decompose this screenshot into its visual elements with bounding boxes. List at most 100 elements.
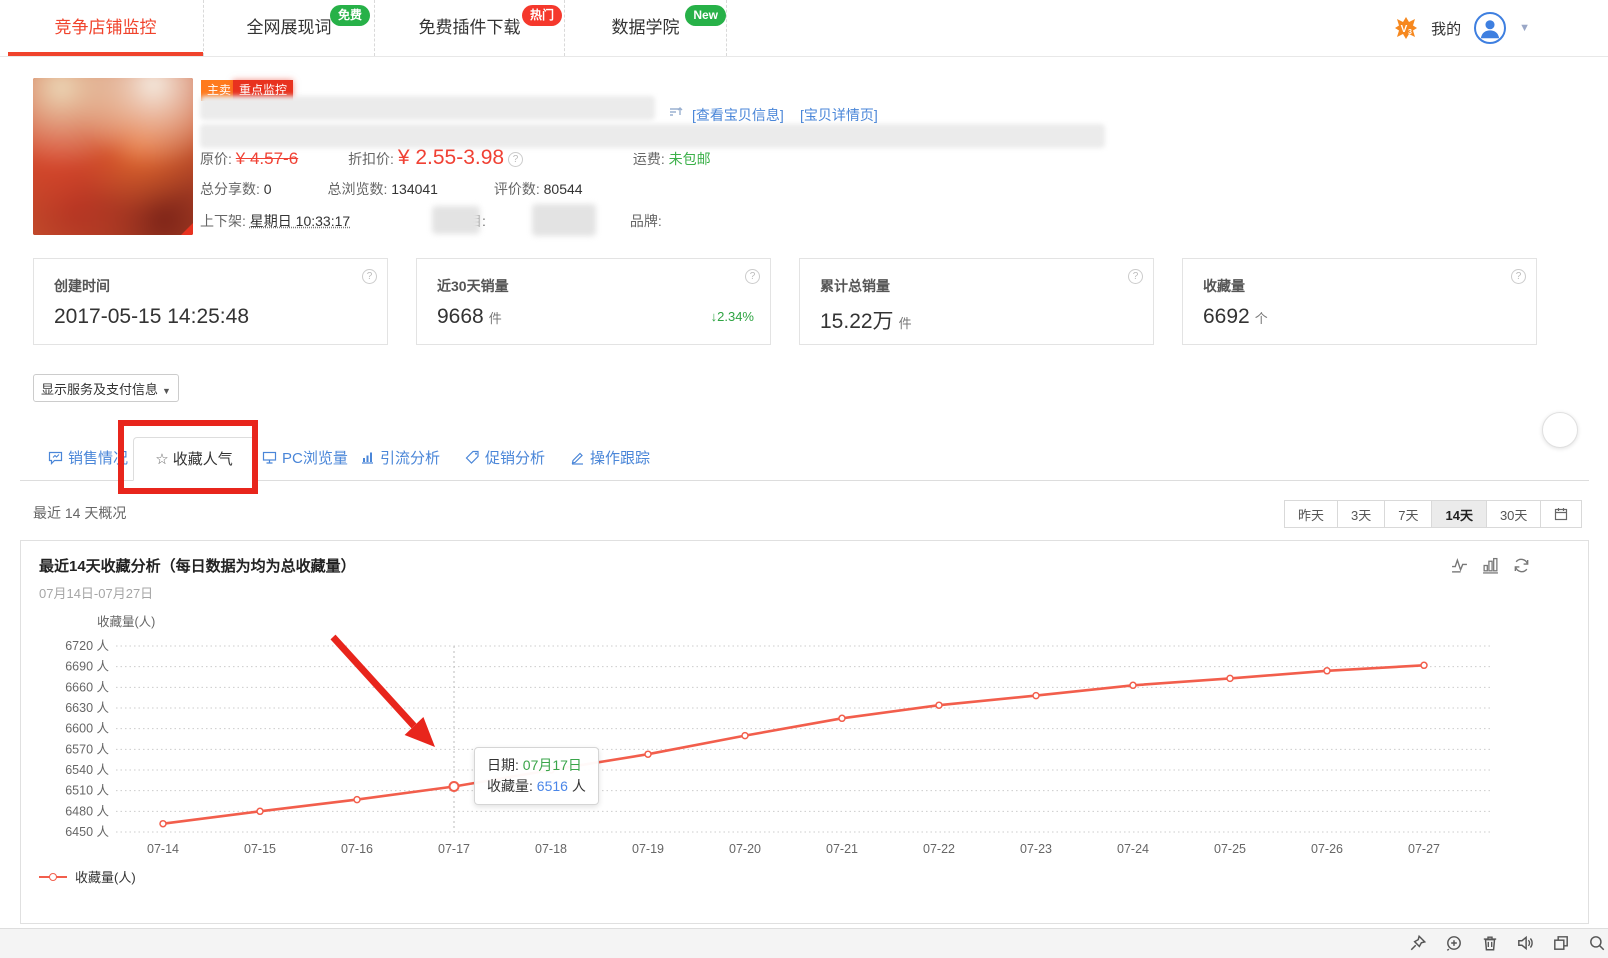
svg-text:07-27: 07-27: [1408, 842, 1440, 856]
tooltip-count-label: 收藏量:: [487, 778, 537, 794]
bottom-toolbar: [0, 928, 1608, 958]
my-account-label[interactable]: 我的: [1431, 18, 1461, 39]
tab-pc-views[interactable]: PC浏览量: [262, 437, 348, 480]
card-value: 6692: [1203, 305, 1250, 328]
card-total-sales: ? 累计总销量 15.22万件: [799, 258, 1154, 345]
chevron-down-icon[interactable]: ▼: [1519, 22, 1530, 34]
view-item-info-link[interactable]: [查看宝贝信息]: [692, 105, 784, 125]
calendar-icon: [1555, 508, 1568, 521]
help-icon[interactable]: ?: [745, 269, 760, 284]
circle-plus-icon[interactable]: [1445, 934, 1463, 952]
rank-list-icon: [668, 104, 683, 119]
overview-label: 最近 14 天概况: [33, 505, 127, 521]
avatar[interactable]: [1474, 12, 1507, 44]
show-service-payment-button[interactable]: 显示服务及支付信息 ▼: [33, 374, 179, 402]
review-count-value: 80544: [543, 181, 583, 197]
traffic-chart-icon: [360, 450, 375, 465]
share-count-label: 总分享数:: [200, 181, 260, 197]
item-detail-page-link[interactable]: [宝贝详情页]: [800, 105, 878, 125]
detail-tabbar: 销售情况 ☆ 收藏人气 PC浏览量 引流分析 促销分析 操作跟踪: [20, 437, 1589, 481]
svg-text:6660 人: 6660 人: [65, 680, 109, 694]
window-restore-icon[interactable]: [1552, 934, 1570, 952]
tab-favorites-active[interactable]: ☆ 收藏人气: [133, 437, 255, 481]
trash-icon[interactable]: [1481, 934, 1499, 952]
nav-tab-label: 全网展现词: [246, 18, 332, 37]
svg-text:07-23: 07-23: [1020, 842, 1052, 856]
svg-text:6690 人: 6690 人: [65, 660, 109, 674]
help-icon[interactable]: ?: [508, 152, 523, 167]
metrics-row: 总分享数: 0 总浏览数: 134041 评价数: 80544: [200, 179, 583, 199]
discount-price-value: ¥ 2.55-3.98: [397, 146, 505, 169]
shelf-time-value[interactable]: 星期日 10:33:17: [250, 213, 350, 229]
tab-operation-tracking[interactable]: 操作跟踪: [570, 437, 650, 480]
svg-text:07-20: 07-20: [729, 842, 761, 856]
tooltip-date-label: 日期:: [487, 757, 523, 773]
chart-legend[interactable]: 收藏量(人): [39, 867, 136, 886]
card-title: 收藏量: [1203, 278, 1245, 294]
hot-badge: 热门: [521, 5, 562, 26]
floating-widget-button[interactable]: [1542, 412, 1578, 448]
range-30day[interactable]: 30天: [1485, 500, 1542, 528]
svg-text:07-25: 07-25: [1214, 842, 1246, 856]
svg-text:6510 人: 6510 人: [65, 784, 109, 798]
brand-label: 品牌:: [629, 213, 662, 229]
review-count-label: 评价数:: [493, 181, 540, 197]
tab-promotion-analysis[interactable]: 促销分析: [465, 437, 545, 480]
nav-tab-label: 免费插件下载: [418, 18, 521, 37]
search-icon[interactable]: [1588, 934, 1606, 952]
card-title: 近30天销量: [437, 278, 509, 294]
nav-tab-plugin-download[interactable]: 免费插件下载 热门: [375, 0, 565, 56]
volume-icon[interactable]: [1516, 934, 1534, 952]
svg-text:07-22: 07-22: [923, 842, 955, 856]
pin-icon[interactable]: [1409, 934, 1427, 952]
svg-text:07-26: 07-26: [1311, 842, 1343, 856]
svg-text:6540 人: 6540 人: [65, 763, 109, 777]
vip-level-icon[interactable]: V 3: [1394, 16, 1418, 40]
monitor-icon: [262, 450, 277, 465]
blurred-title-line1: [200, 96, 655, 120]
sales-delta-down: ↓2.34%: [710, 309, 754, 324]
card-30day-sales: ? 近30天销量 9668 件 ↓2.34%: [416, 258, 771, 345]
shelf-label: 上下架:: [200, 213, 246, 229]
new-badge: New: [685, 5, 726, 26]
nav-tab-shop-monitor[interactable]: 竞争店铺监控: [8, 0, 204, 56]
help-icon[interactable]: ?: [1511, 269, 1526, 284]
blurred-product-photo: [33, 78, 193, 235]
svg-text:07-14: 07-14: [147, 842, 179, 856]
person-icon: [1480, 20, 1500, 39]
help-icon[interactable]: ?: [1128, 269, 1143, 284]
discount-price-label: 折扣价:: [348, 151, 394, 167]
view-count-value: 134041: [391, 181, 438, 197]
blurred-category-value: [432, 206, 480, 234]
star-icon: ☆: [155, 451, 169, 468]
caret-down-icon: ▼: [162, 385, 171, 396]
price-row: 原价: ¥ 4.57-6 折扣价: ¥ 2.55-3.98 ? 运费: 未包邮: [200, 146, 711, 170]
range-7day[interactable]: 7天: [1384, 500, 1433, 528]
legend-line-marker-icon: [39, 872, 67, 881]
tab-sales[interactable]: 销售情况: [48, 437, 128, 480]
view-count-label: 总浏览数:: [327, 181, 388, 197]
range-14day[interactable]: 14天: [1431, 500, 1487, 528]
image-corner-marker: [181, 223, 193, 235]
svg-text:07-16: 07-16: [341, 842, 373, 856]
nav-tab-data-academy[interactable]: 数据学院 New: [565, 0, 727, 56]
svg-text:6480 人: 6480 人: [65, 804, 109, 818]
svg-text:3: 3: [1408, 29, 1412, 36]
top-nav: 竞争店铺监控 全网展现词 免费 免费插件下载 热门 数据学院 New V 3 我…: [0, 0, 1608, 57]
calendar-button[interactable]: [1540, 500, 1583, 528]
nav-tab-keywords[interactable]: 全网展现词 免费: [204, 0, 375, 56]
tab-traffic-analysis[interactable]: 引流分析: [360, 437, 440, 480]
card-create-time: ? 创建时间 2017-05-15 14:25:48: [33, 258, 388, 345]
svg-text:07-19: 07-19: [632, 842, 664, 856]
card-value: 15.22万: [820, 310, 894, 333]
range-yesterday[interactable]: 昨天: [1284, 500, 1339, 528]
favorites-chart-card: 最近14天收藏分析（每日数据为均为总收藏量） 07月14日-07月27日 收藏量…: [20, 540, 1589, 924]
product-image: [33, 78, 193, 235]
help-icon[interactable]: ?: [362, 269, 377, 284]
svg-text:07-21: 07-21: [826, 842, 858, 856]
range-3day[interactable]: 3天: [1337, 500, 1386, 528]
legend-label: 收藏量(人): [75, 870, 136, 885]
blurred-brand-value: [532, 204, 596, 236]
nav-tab-label: 竞争店铺监控: [54, 18, 157, 37]
nav-right: V 3 我的 ▼: [1394, 0, 1530, 56]
